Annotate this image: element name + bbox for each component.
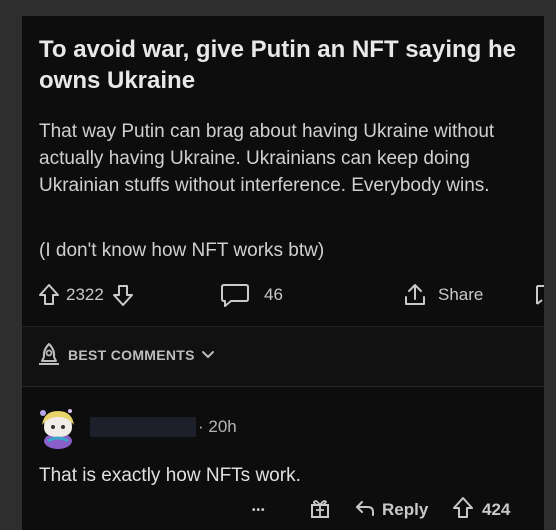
upvote-button[interactable]: 2322 (38, 280, 134, 310)
sort-label: BEST COMMENTS (68, 347, 195, 363)
comment-text: That is exactly how NFTs work. (39, 465, 301, 486)
avatar[interactable] (36, 405, 80, 449)
bookmark-icon (534, 282, 544, 308)
share-label: Share (438, 285, 484, 304)
redacted-username (90, 417, 196, 437)
share-button[interactable]: Share (402, 280, 483, 310)
comment-card: · 20h That is exactly how NFTs work. •••… (22, 387, 544, 530)
comment-timestamp: · 20h (198, 417, 237, 436)
reply-button[interactable]: Reply (354, 497, 428, 523)
save-button[interactable] (534, 280, 544, 310)
upvote-arrow-icon (452, 496, 474, 525)
post-card: To avoid war, give Putin an NFT saying h… (22, 16, 544, 326)
post-note: (I don't know how NFT works btw) (39, 240, 325, 261)
share-icon (402, 282, 428, 308)
post-body: That way Putin can brag about having Ukr… (39, 121, 495, 196)
sort-dropdown[interactable]: BEST COMMENTS (36, 342, 215, 368)
more-options-label: ••• (252, 504, 266, 516)
gift-icon (308, 496, 332, 525)
award-button[interactable] (308, 497, 332, 523)
comment-upvote-button[interactable]: 424 (452, 496, 511, 525)
comments-button[interactable]: 46 (220, 280, 283, 310)
post-actions-bar: 2322 46 Share (38, 280, 544, 310)
downvote-arrow-icon[interactable] (112, 283, 134, 307)
comment-upvote-count: 424 (482, 500, 511, 519)
reply-arrow-icon (354, 497, 376, 524)
comment-bubble-icon (220, 282, 250, 308)
more-options-button[interactable]: ••• (252, 497, 266, 523)
post-upvote-count: 2322 (66, 285, 104, 304)
app-frame: To avoid war, give Putin an NFT saying h… (22, 16, 544, 530)
divider (22, 326, 544, 327)
upvote-arrow-icon (38, 283, 60, 307)
chevron-down-icon (201, 347, 215, 363)
post-comment-count: 46 (264, 285, 283, 304)
reply-label: Reply (382, 500, 429, 519)
rocket-icon (36, 341, 62, 370)
post-title[interactable]: To avoid war, give Putin an NFT saying h… (39, 34, 539, 96)
